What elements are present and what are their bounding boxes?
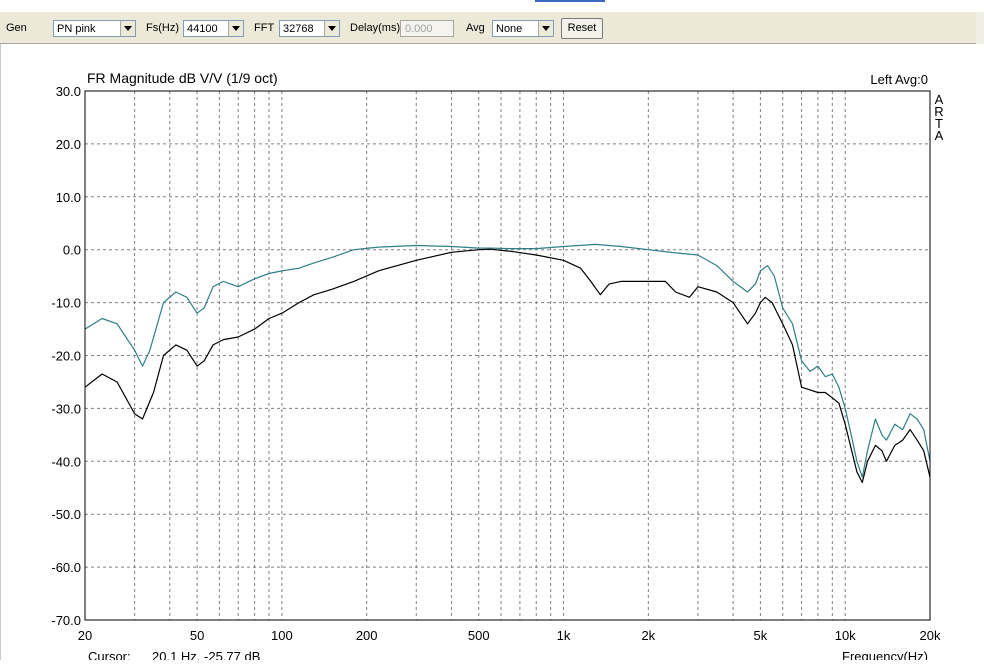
y-tick-label: -40.0 [51, 454, 81, 469]
toolbar: Gen PN pink Fs(Hz) 44100 FFT 32768 Delay… [0, 12, 984, 44]
window-left-edge [0, 44, 1, 660]
chart-title: FR Magnitude dB V/V (1/9 oct) [87, 70, 278, 86]
y-tick-label: -30.0 [51, 401, 81, 416]
fr-magnitude-chart[interactable]: 30.0 20.0 10.0 0.0 -10.0 -20.0 -30.0 -40.0 -50.0… [0, 44, 984, 664]
chevron-down-icon[interactable] [228, 21, 243, 36]
gen-select-value: PN pink [57, 23, 96, 35]
x-tick-label: 10k [835, 628, 856, 643]
chevron-down-icon[interactable] [538, 21, 553, 36]
x-tick-label: 1k [557, 628, 571, 643]
x-tick-label: 100 [271, 628, 293, 643]
x-tick-labels: 20 50 100 200 500 1k 2k 5k 10k 20k [78, 628, 941, 643]
delay-input[interactable]: 0.000 [400, 20, 454, 37]
x-tick-label: 50 [190, 628, 204, 643]
status-text: Left Avg:0 [870, 72, 928, 87]
y-tick-label: 20.0 [56, 137, 81, 152]
avg-label: Avg [466, 22, 485, 34]
series-line-black [84, 248, 931, 484]
y-tick-label: 0.0 [63, 243, 81, 258]
fft-select[interactable]: 32768 [279, 20, 340, 37]
x-tick-label: 2k [641, 628, 655, 643]
avg-select[interactable]: None [492, 20, 554, 37]
y-tick-labels: 30.0 20.0 10.0 0.0 -10.0 -20.0 -30.0 -40.0 -50.0… [51, 84, 81, 628]
fs-select[interactable]: 44100 [183, 20, 244, 37]
gen-label: Gen [6, 22, 27, 34]
fs-select-value: 44100 [187, 23, 218, 35]
y-tick-label: -20.0 [51, 349, 81, 364]
chevron-down-icon[interactable] [120, 21, 135, 36]
gen-select[interactable]: PN pink [53, 20, 136, 37]
arta-watermark: ARTA [934, 92, 943, 143]
reset-button[interactable]: Reset [561, 18, 603, 39]
series-group [84, 243, 931, 484]
y-tick-label: -60.0 [51, 560, 81, 575]
y-tick-label: -70.0 [51, 613, 81, 628]
x-tick-label: 500 [468, 628, 490, 643]
toolbar-right-edge [976, 12, 984, 44]
watermark-letter: A [935, 128, 944, 143]
cursor-label: Cursor: [88, 649, 131, 660]
top-strip [0, 0, 984, 12]
cursor-readout: 20.1 Hz, -25.77 dB [152, 649, 260, 660]
x-tick-label: 5k [754, 628, 768, 643]
y-tick-label: -50.0 [51, 507, 81, 522]
top-link-fragment [535, 0, 605, 2]
fft-select-value: 32768 [283, 23, 314, 35]
avg-select-value: None [496, 23, 523, 35]
delay-input-value: 0.000 [405, 23, 433, 35]
chevron-down-icon[interactable] [324, 21, 339, 36]
y-tick-label: 10.0 [56, 190, 81, 205]
fft-label: FFT [254, 22, 275, 34]
x-tick-label: 20 [78, 628, 92, 643]
series-line-teal [84, 243, 931, 478]
grid [84, 91, 930, 620]
fs-label: Fs(Hz) [146, 22, 179, 34]
plot-area[interactable]: 30.0 20.0 10.0 0.0 -10.0 -20.0 -30.0 -40.0 -50.0… [0, 44, 984, 664]
delay-label: Delay(ms) [350, 22, 401, 34]
x-axis-label: Frequency(Hz) [842, 649, 928, 660]
y-tick-label: -10.0 [51, 296, 81, 311]
x-tick-label: 20k [920, 628, 941, 643]
y-tick-label: 30.0 [56, 84, 81, 99]
x-tick-label: 200 [356, 628, 378, 643]
